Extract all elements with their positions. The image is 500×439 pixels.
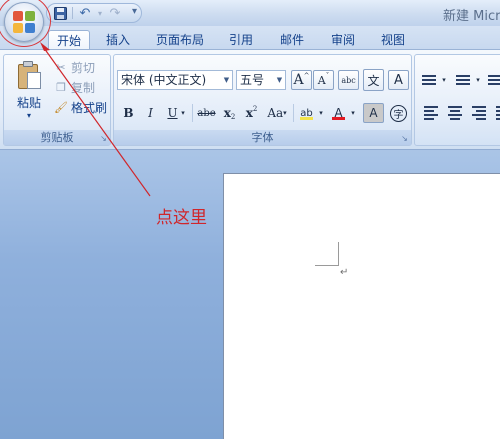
highlight-dropdown-icon[interactable]: ▾ [316,103,326,123]
annotation-label: 点这里 [156,208,207,228]
font-color-bar [332,117,345,120]
font-name-select[interactable]: 宋体 (中文正文) ▼ [117,70,233,90]
ribbon: 粘贴 ▾ ✂ 剪切 ❐ 复制 🖌 格式刷 剪贴板 ↘ 宋体 (中文正文) ▼ 五… [0,49,500,150]
font-size-dropdown-icon: ▼ [276,76,283,84]
paragraph-group: ▾ ▾ [414,54,500,146]
font-separator [192,104,193,122]
align-right-button[interactable] [469,104,489,122]
bullets-button[interactable] [419,71,439,89]
superscript-mark: 2 [252,105,258,113]
quick-access-toolbar: ↶ ▾ ↷ [46,3,142,23]
shrink-font-button[interactable]: Aˇ [313,70,334,90]
format-painter-label: 格式刷 [71,100,108,115]
character-shading-label: A [369,106,378,120]
font-group: 宋体 (中文正文) ▼ 五号 ▼ A ^ Aˇ abc 文 A B I U ▾ … [113,54,412,146]
font-color-dropdown-icon[interactable]: ▾ [348,103,358,123]
font-launcher-icon[interactable]: ↘ [400,134,409,143]
italic-label: I [148,106,153,120]
shrink-font-label: A [317,73,326,87]
scissors-icon: ✂ [56,60,66,74]
clipboard-group: 粘贴 ▾ ✂ 剪切 ❐ 复制 🖌 格式刷 剪贴板 ↘ [3,54,111,146]
tab-page-layout[interactable]: 页面布局 [149,30,211,50]
clipboard-group-label: 剪贴板 [4,130,110,145]
qat-separator [72,7,73,19]
clipboard-launcher-icon[interactable]: ↘ [99,134,108,143]
enclose-characters-label: 字 [390,104,407,122]
undo-dropdown-icon[interactable]: ▾ [96,5,104,21]
change-case-dropdown-icon: ▾ [283,109,287,117]
justify-button[interactable] [493,104,500,122]
format-painter-button[interactable]: 🖌 格式刷 [54,99,107,115]
superscript-button[interactable]: x2 [241,103,262,123]
bold-label: B [123,106,134,120]
italic-button[interactable]: I [140,103,161,123]
underline-dropdown-icon[interactable]: ▾ [178,103,188,123]
align-left-button[interactable] [421,104,441,122]
character-border-label: A [394,72,403,88]
font-separator [293,104,294,122]
change-case-button[interactable]: Aa ▾ [264,103,290,123]
subscript-mark: 2 [230,113,236,121]
grow-font-caret-icon: ^ [303,72,310,80]
strikethrough-label: abe [197,107,216,119]
cut-button[interactable]: ✂ 剪切 [54,59,95,75]
text-highlight-button[interactable]: ab [296,103,317,123]
copy-label: 复制 [71,80,96,95]
customize-qat-icon[interactable]: ▾ [132,6,137,17]
clear-formatting-button[interactable]: abc [338,70,359,90]
phonetic-guide-button[interactable]: 文 [363,69,384,91]
window-title: 新建 Micr [443,9,500,24]
character-border-button[interactable]: A [388,70,409,90]
copy-icon: ❐ [56,80,66,94]
paste-icon [16,61,42,91]
tab-insert[interactable]: 插入 [98,30,138,50]
tab-home[interactable]: 开始 [48,30,90,50]
enclose-characters-button[interactable]: 字 [388,103,409,123]
redo-icon[interactable]: ↷ [106,5,124,21]
clear-formatting-label: abc [341,75,356,85]
copy-button[interactable]: ❐ 复制 [54,79,95,95]
tab-view[interactable]: 视图 [373,30,413,50]
format-painter-icon: 🖌 [54,100,68,114]
character-shading-button[interactable]: A [363,103,384,123]
font-size-select[interactable]: 五号 ▼ [236,70,286,90]
shrink-font-caret-icon: ˇ [325,72,330,80]
grow-font-label: A [293,72,304,88]
font-name-dropdown-icon: ▼ [223,76,230,84]
subscript-button[interactable]: x2 [219,103,240,123]
bold-button[interactable]: B [118,103,139,123]
ribbon-tab-bar: 开始 插入 页面布局 引用 邮件 审阅 视图 [0,26,500,50]
strikethrough-button[interactable]: abe [196,103,217,123]
tab-review[interactable]: 审阅 [323,30,363,50]
phonetic-guide-label: 文 [367,73,380,88]
underline-label: U [167,106,178,120]
bullets-dropdown-icon[interactable]: ▾ [439,70,449,90]
paste-button[interactable]: 粘贴 ▾ [10,59,48,121]
align-center-button[interactable] [445,104,465,122]
multilevel-list-button[interactable] [485,71,500,89]
numbering-button[interactable] [453,71,473,89]
font-color-button[interactable]: A [328,103,349,123]
page-margin-corner-mark [315,242,339,266]
title-bar: ↶ ▾ ↷ ▾ 新建 Micr [0,0,500,26]
undo-icon[interactable]: ↶ [76,5,94,21]
grow-font-button[interactable]: A ^ [291,70,312,90]
paragraph-mark: ↵ [340,267,349,278]
document-page[interactable]: ↵ [223,173,500,439]
paste-dropdown-icon[interactable]: ▾ [10,111,48,120]
save-icon[interactable] [51,5,69,21]
font-name-value: 宋体 (中文正文) [121,73,207,87]
tab-mailings[interactable]: 邮件 [272,30,312,50]
superscript-base: x [245,106,253,120]
paste-label: 粘贴 [16,96,41,110]
change-case-label: Aa [267,106,284,120]
tab-references[interactable]: 引用 [221,30,261,50]
cut-label: 剪切 [71,60,96,75]
highlight-color-bar [300,117,313,120]
numbering-dropdown-icon[interactable]: ▾ [473,70,483,90]
font-group-label: 字体 [114,130,411,145]
subscript-base: x [223,106,231,120]
font-size-value: 五号 [240,73,265,87]
